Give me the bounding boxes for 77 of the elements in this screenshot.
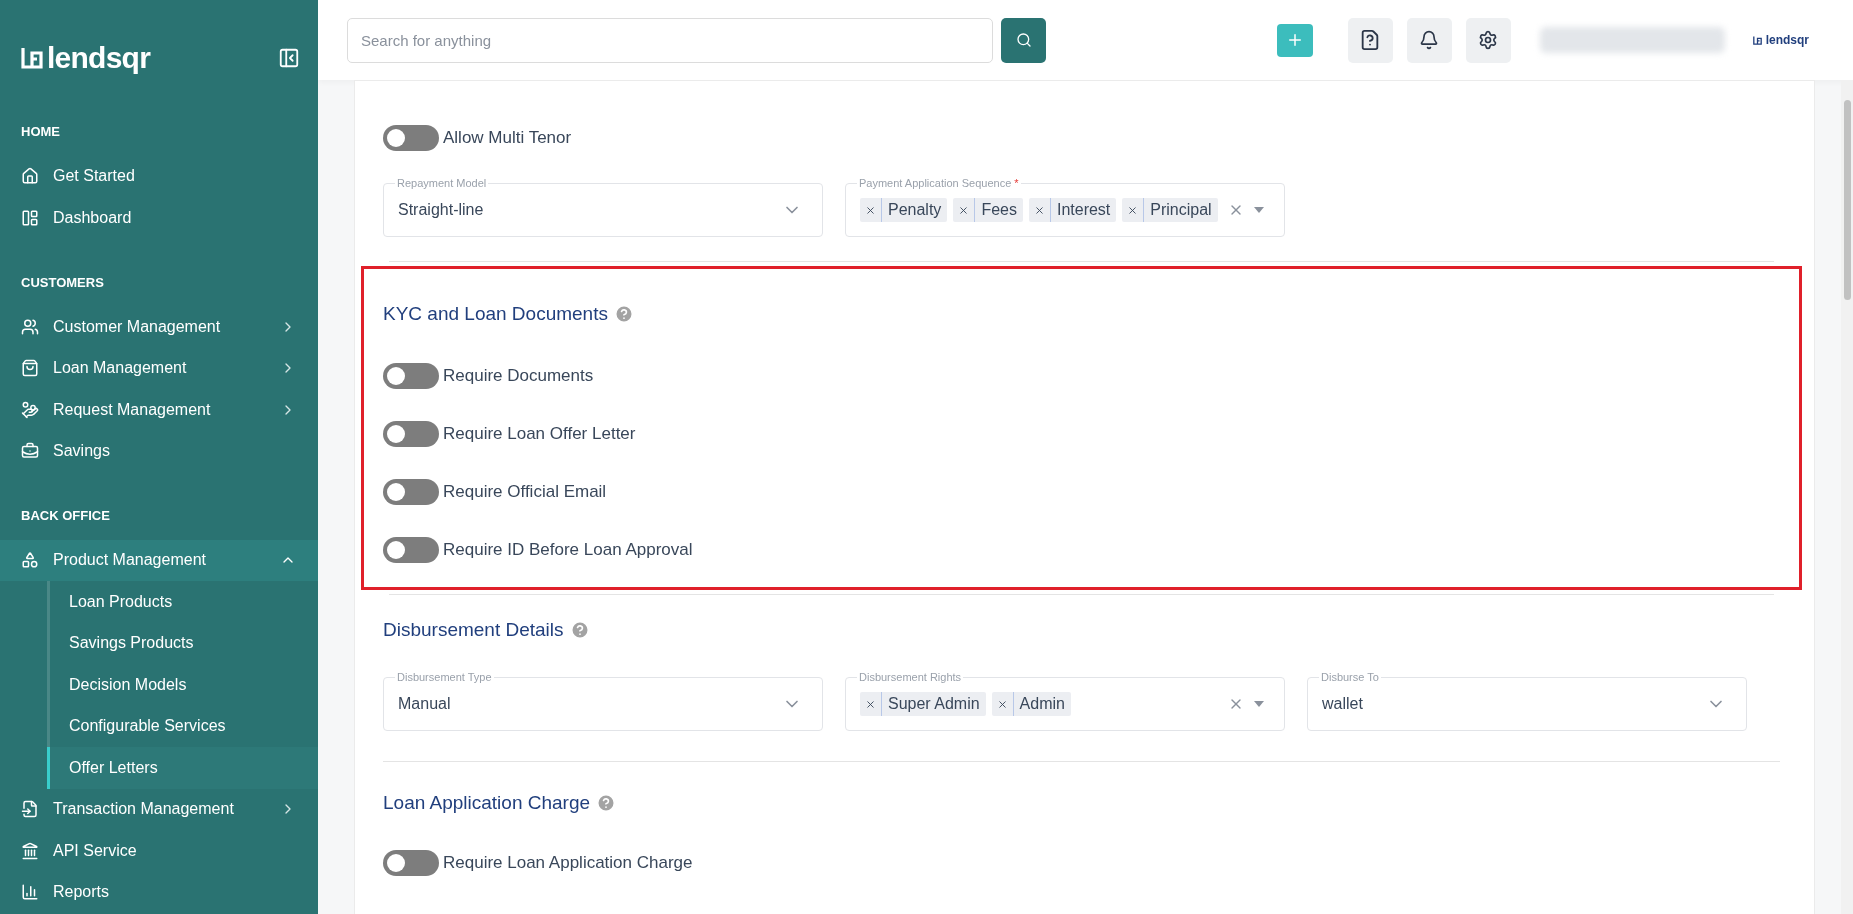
caret-down-icon <box>1254 701 1264 707</box>
remove-icon[interactable] <box>958 204 970 216</box>
nav-item[interactable]: Savings <box>0 430 318 472</box>
notifications-button[interactable] <box>1406 17 1452 63</box>
logo-icon <box>21 47 43 69</box>
section-heading: BACK OFFICE <box>20 507 111 525</box>
toggle-label: Allow Multi Tenor <box>443 127 572 150</box>
collapse-sidebar-icon[interactable] <box>278 47 300 69</box>
remove-icon[interactable] <box>1127 204 1139 216</box>
toggle-switch[interactable] <box>383 850 439 876</box>
tag-chip: Interest <box>1028 198 1117 222</box>
search-field[interactable]: Search for anything <box>347 17 993 63</box>
section-title: Disbursement Details <box>383 617 564 642</box>
nav-item[interactable]: Request Management <box>0 389 318 431</box>
help-icon <box>596 793 617 813</box>
section-title: Loan Application Charge <box>383 790 591 815</box>
logo-text: lendsqr <box>47 43 151 73</box>
users-icon <box>21 317 39 336</box>
toggle-label: Require Loan Application Charge <box>443 852 693 875</box>
nav-subitem[interactable]: Savings Products <box>47 622 318 664</box>
section-heading: HOME <box>20 123 61 141</box>
tag-chip: Penalty <box>860 198 948 222</box>
nav-subitem[interactable]: Loan Products <box>47 581 318 623</box>
nav-item[interactable]: Dashboard <box>0 197 318 239</box>
nav-item[interactable]: Reports <box>0 871 318 913</box>
nav-item[interactable]: Transaction Management <box>0 788 318 830</box>
chart-icon <box>21 883 39 902</box>
toggle-label: Require ID Before Loan Approval <box>443 539 693 562</box>
bell-icon <box>1419 30 1440 50</box>
remove-icon[interactable] <box>1033 204 1045 216</box>
logo-text: lendsqr <box>1765 32 1809 49</box>
file-icon <box>21 800 39 819</box>
dashboard-icon <box>21 208 39 227</box>
home-icon <box>21 167 39 186</box>
help-icon <box>569 620 590 640</box>
nav-subitem[interactable]: Offer Letters <box>47 747 318 789</box>
caret-down-icon <box>1254 207 1264 213</box>
nav-item[interactable]: Customer Management <box>0 306 318 348</box>
toggle-label: Require Official Email <box>443 481 607 504</box>
search-button[interactable] <box>1001 17 1046 63</box>
help-icon <box>613 304 634 324</box>
settings-icon <box>1478 30 1499 50</box>
toggle-switch[interactable] <box>383 479 439 505</box>
tag-chip: Principal <box>1122 198 1218 222</box>
toggle-switch[interactable] <box>383 537 439 563</box>
hand-coins-icon <box>21 400 39 419</box>
field-label: Repayment Model <box>397 177 487 189</box>
nav-item[interactable]: Get Started <box>0 155 318 197</box>
nav-item[interactable]: Product Management <box>0 539 318 581</box>
nav-item[interactable]: API Service <box>0 830 318 872</box>
remove-icon[interactable] <box>865 204 876 216</box>
field-label: Disbursement Rights <box>859 671 962 683</box>
tag-chip: Fees <box>953 198 1023 222</box>
toggle-switch[interactable] <box>383 363 439 389</box>
search-icon <box>1015 32 1032 48</box>
shapes-icon <box>21 551 39 570</box>
toggle-switch[interactable] <box>383 125 439 151</box>
bank-icon <box>21 841 39 860</box>
nav-subitem[interactable]: Decision Models <box>47 664 318 706</box>
toggle-switch[interactable] <box>383 421 439 447</box>
section-title: KYC and Loan Documents <box>383 301 608 326</box>
remove-icon[interactable] <box>996 698 1008 710</box>
toggle-label: Require Loan Offer Letter <box>443 423 636 446</box>
remove-icon[interactable] <box>865 698 876 710</box>
briefcase-icon <box>21 442 39 461</box>
tag-chip: Super Admin <box>860 692 986 716</box>
field-label: Disbursement Type <box>397 671 492 683</box>
section-heading: CUSTOMERS <box>20 273 105 292</box>
scrollbar[interactable] <box>1841 80 1853 914</box>
tag-chip: Admin <box>991 692 1071 716</box>
nav-item[interactable]: Loan Management <box>0 347 318 389</box>
settings-button[interactable] <box>1465 17 1511 63</box>
toggle-label: Require Documents <box>443 365 594 388</box>
help-button[interactable] <box>1347 17 1393 63</box>
logo-icon <box>1752 35 1762 45</box>
field-label: Disburse To <box>1321 671 1379 683</box>
bag-icon <box>21 359 39 378</box>
